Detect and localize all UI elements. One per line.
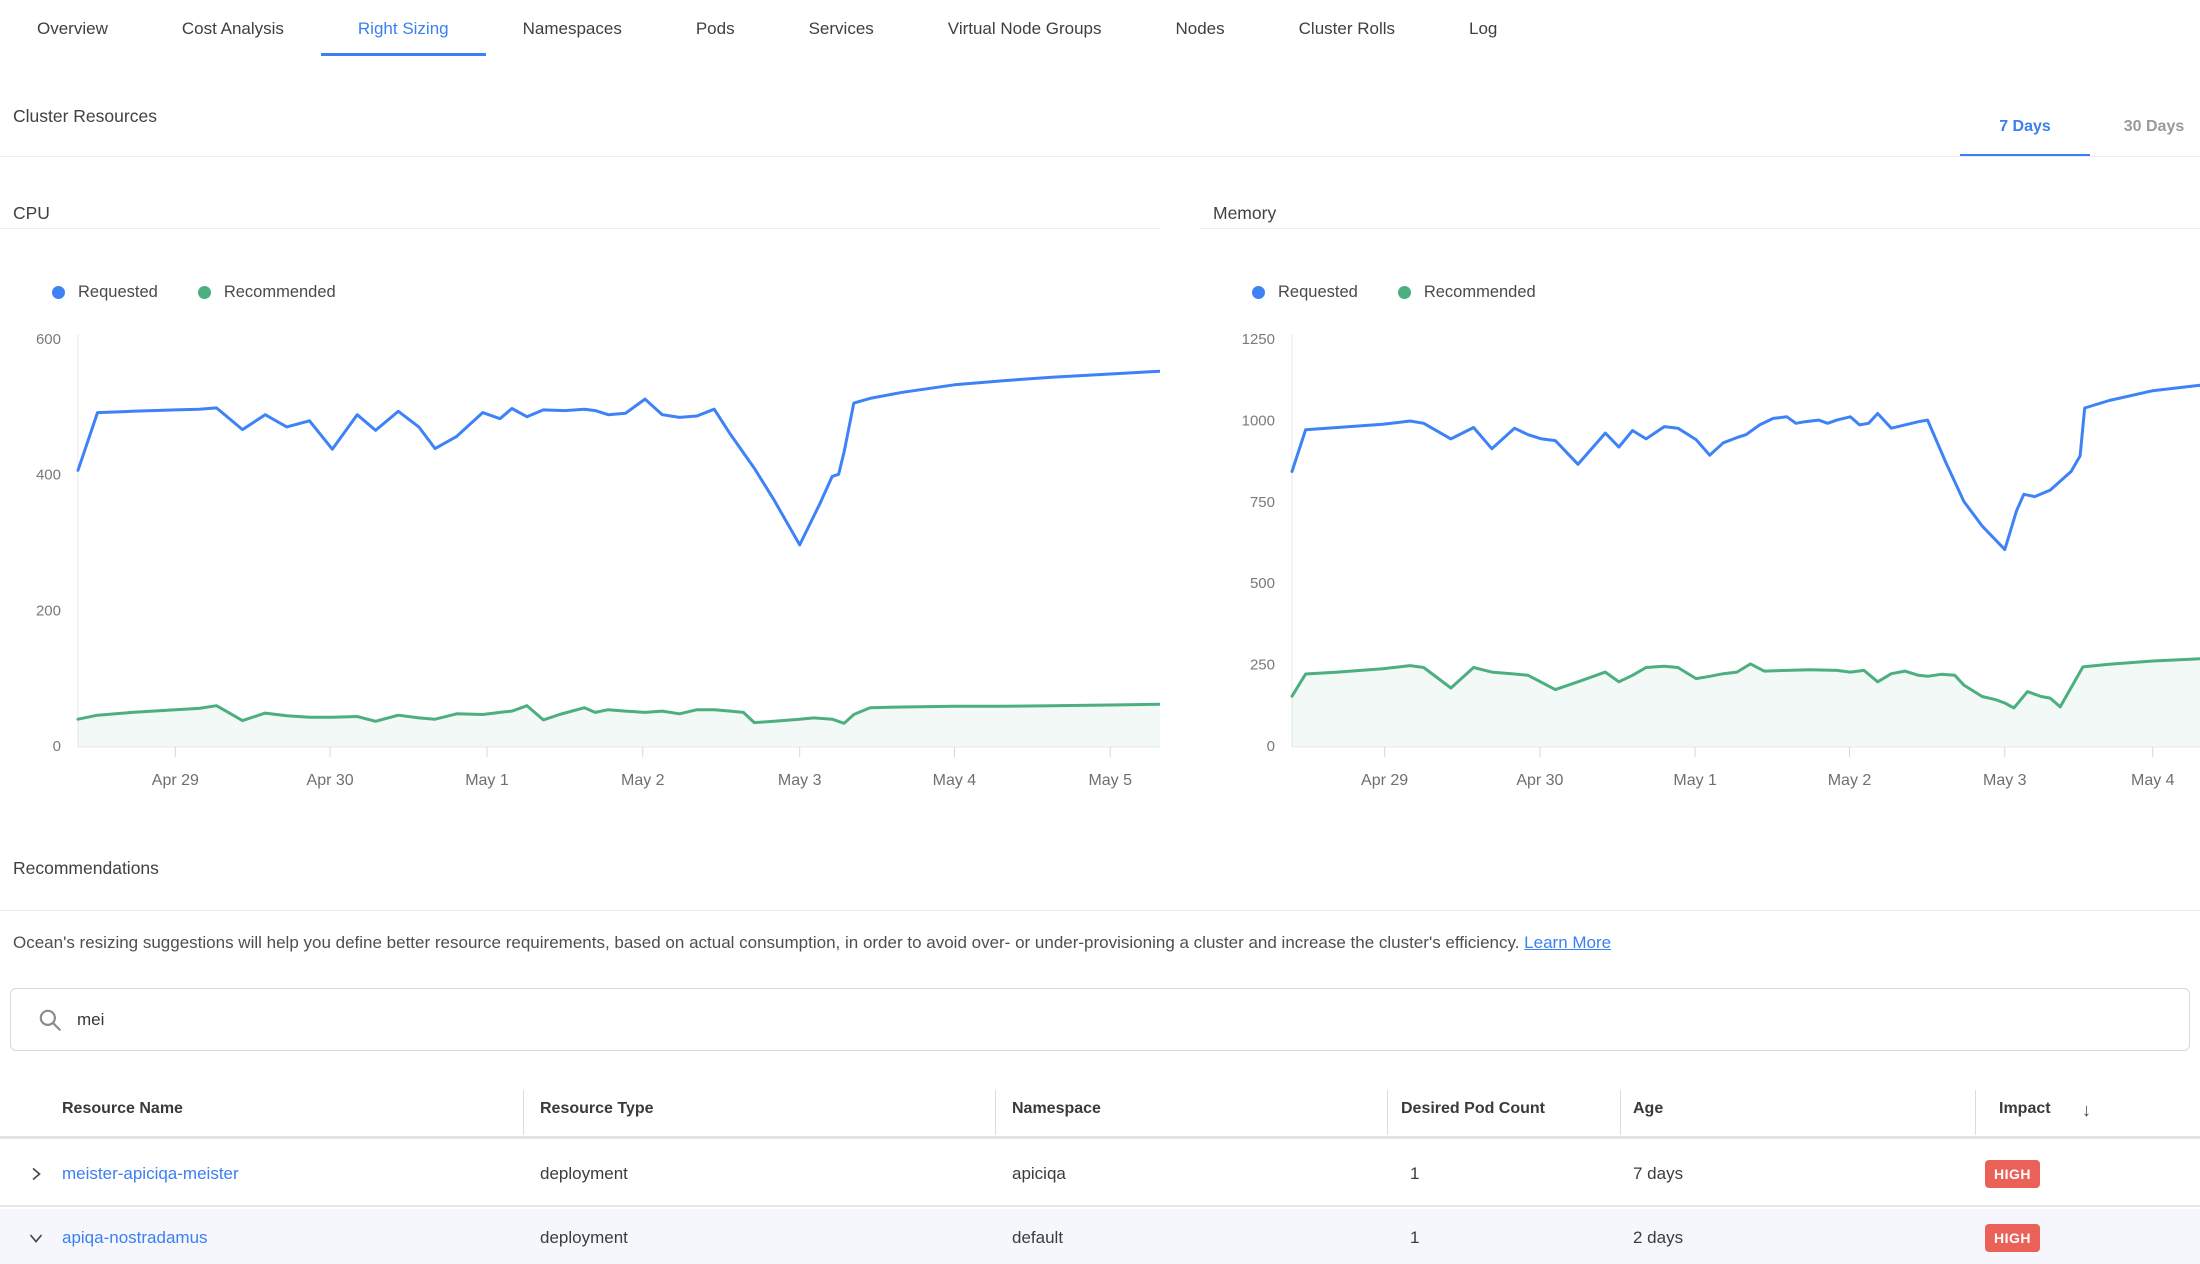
svg-text:Apr 30: Apr 30 — [307, 772, 354, 789]
svg-text:May 5: May 5 — [1088, 772, 1132, 789]
svg-text:May 1: May 1 — [1673, 772, 1717, 789]
sort-desc-icon[interactable]: ↓ — [2082, 1100, 2091, 1121]
legend-label: Recommended — [1424, 283, 1536, 302]
tab-overview[interactable]: Overview — [0, 0, 145, 56]
column-header-desired-pod-count[interactable]: Desired Pod Count — [1401, 1100, 1545, 1118]
search-icon — [37, 1007, 63, 1033]
column-separator — [995, 1090, 996, 1135]
tab-cost-analysis[interactable]: Cost Analysis — [145, 0, 321, 56]
column-separator — [1387, 1090, 1388, 1135]
range-tab-7-days[interactable]: 7 Days — [1960, 100, 2090, 157]
svg-text:May 2: May 2 — [621, 772, 665, 789]
tab-pods[interactable]: Pods — [659, 0, 772, 56]
svg-text:750: 750 — [1250, 494, 1275, 511]
tab-right-sizing[interactable]: Right Sizing — [321, 0, 486, 56]
impact-badge: HIGH — [1985, 1160, 2040, 1188]
cluster-resources-title: Cluster Resources — [13, 106, 157, 127]
svg-text:500: 500 — [1250, 575, 1275, 592]
column-header-namespace[interactable]: Namespace — [1012, 1100, 1101, 1118]
search-input[interactable] — [77, 1010, 2077, 1030]
tab-log[interactable]: Log — [1432, 0, 1534, 56]
description-text: Ocean's resizing suggestions will help y… — [13, 933, 1524, 952]
svg-text:200: 200 — [36, 602, 61, 619]
requested-dot-icon — [52, 286, 65, 299]
desired-pod-count-cell: 1 — [1410, 1164, 1419, 1184]
recommendations-title: Recommendations — [13, 858, 159, 879]
svg-text:600: 600 — [36, 331, 61, 348]
memory-legend: Requested Recommended — [1252, 283, 1536, 302]
svg-text:400: 400 — [36, 467, 61, 484]
svg-text:250: 250 — [1250, 657, 1275, 674]
svg-text:0: 0 — [53, 738, 61, 755]
top-nav: Overview Cost Analysis Right Sizing Name… — [0, 0, 2200, 56]
search-box[interactable] — [10, 988, 2190, 1051]
recommendations-divider — [0, 910, 2200, 911]
column-separator — [523, 1090, 524, 1135]
column-separator — [1620, 1090, 1621, 1135]
age-cell: 7 days — [1633, 1164, 1683, 1184]
memory-header-divider — [1200, 228, 2200, 229]
chevron-right-icon[interactable] — [28, 1166, 44, 1182]
namespace-cell: default — [1012, 1228, 1063, 1248]
table-header-border — [0, 1136, 2200, 1139]
legend-label: Recommended — [224, 283, 336, 302]
svg-text:Apr 29: Apr 29 — [1361, 772, 1408, 789]
column-header-resource-name[interactable]: Resource Name — [62, 1100, 183, 1118]
cpu-chart-title: CPU — [13, 203, 50, 224]
svg-text:May 4: May 4 — [933, 772, 977, 789]
svg-text:1000: 1000 — [1242, 412, 1275, 429]
desired-pod-count-cell: 1 — [1410, 1228, 1419, 1248]
resource-type-cell: deployment — [540, 1164, 628, 1184]
svg-text:May 3: May 3 — [778, 772, 822, 789]
resource-name-link[interactable]: meister-apiciqa-meister — [62, 1164, 239, 1184]
tab-nodes[interactable]: Nodes — [1139, 0, 1262, 56]
cluster-resources-divider — [0, 156, 2200, 157]
cpu-legend-requested[interactable]: Requested — [52, 283, 158, 302]
namespace-cell: apiciqa — [1012, 1164, 1066, 1184]
cpu-legend: Requested Recommended — [52, 283, 336, 302]
column-header-resource-type[interactable]: Resource Type — [540, 1100, 654, 1118]
learn-more-link[interactable]: Learn More — [1524, 933, 1611, 952]
tab-services[interactable]: Services — [772, 0, 911, 56]
svg-text:1250: 1250 — [1242, 331, 1275, 348]
svg-text:Apr 30: Apr 30 — [1516, 772, 1563, 789]
legend-label: Requested — [1278, 283, 1358, 302]
svg-text:May 4: May 4 — [2131, 772, 2175, 789]
cpu-legend-recommended[interactable]: Recommended — [198, 283, 336, 302]
tab-cluster-rolls[interactable]: Cluster Rolls — [1262, 0, 1432, 56]
column-separator — [1975, 1090, 1976, 1135]
column-header-impact[interactable]: Impact — [1999, 1100, 2051, 1118]
svg-text:0: 0 — [1267, 738, 1275, 755]
legend-label: Requested — [78, 283, 158, 302]
impact-badge: HIGH — [1985, 1224, 2040, 1252]
table-row[interactable]: apiqa-nostradamus deployment default 1 2… — [0, 1209, 2200, 1264]
memory-chart-title: Memory — [1213, 203, 1276, 224]
cpu-header-divider — [0, 228, 1160, 229]
recommendations-description: Ocean's resizing suggestions will help y… — [13, 930, 2187, 956]
svg-text:May 2: May 2 — [1828, 772, 1872, 789]
age-cell: 2 days — [1633, 1228, 1683, 1248]
recommended-dot-icon — [1398, 286, 1411, 299]
tab-namespaces[interactable]: Namespaces — [486, 0, 659, 56]
resource-type-cell: deployment — [540, 1228, 628, 1248]
range-tab-30-days[interactable]: 30 Days — [2094, 100, 2200, 157]
resource-name-link[interactable]: apiqa-nostradamus — [62, 1228, 208, 1248]
requested-dot-icon — [1252, 286, 1265, 299]
recommended-dot-icon — [198, 286, 211, 299]
svg-text:May 3: May 3 — [1983, 772, 2027, 789]
memory-chart-canvas: 0 250 500 750 1000 1250 Apr 29 Apr 30 May 1 May 2… — [1200, 320, 2200, 795]
column-header-age[interactable]: Age — [1633, 1100, 1663, 1118]
tab-virtual-node-groups[interactable]: Virtual Node Groups — [911, 0, 1139, 56]
memory-legend-recommended[interactable]: Recommended — [1398, 283, 1536, 302]
svg-text:Apr 29: Apr 29 — [152, 772, 199, 789]
table-row[interactable]: meister-apiciqa-meister deployment apici… — [0, 1143, 2200, 1207]
cpu-chart-canvas: 0 200 400 600 Apr 29 Apr 30 May 1 May 2 May 3 May… — [0, 320, 1160, 795]
chevron-down-icon[interactable] — [28, 1230, 44, 1246]
memory-legend-requested[interactable]: Requested — [1252, 283, 1358, 302]
svg-text:May 1: May 1 — [465, 772, 509, 789]
